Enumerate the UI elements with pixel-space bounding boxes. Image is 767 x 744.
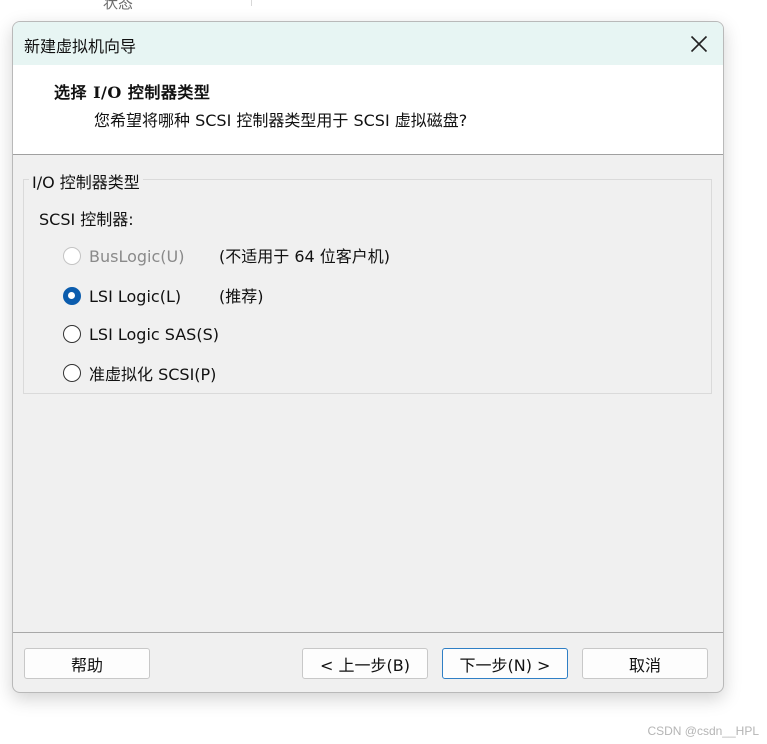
close-button[interactable] <box>681 26 717 62</box>
option-note: (不适用于 64 位客户机) <box>219 247 391 266</box>
radio-lsi-logic-sas[interactable]: LSI Logic SAS(S) <box>63 323 219 345</box>
cancel-button[interactable]: 取消 <box>582 648 708 679</box>
scsi-controller-label: SCSI 控制器: <box>39 210 134 229</box>
new-vm-wizard-dialog: 新建虚拟机向导 选择 I/O 控制器类型 您希望将哪种 SCSI 控制器类型用于… <box>12 21 724 693</box>
radio-label: LSI Logic SAS(S) <box>89 324 219 344</box>
radio-pvscsi[interactable]: 准虚拟化 SCSI(P) <box>63 362 216 384</box>
page-subtitle: 您希望将哪种 SCSI 控制器类型用于 SCSI 虚拟磁盘? <box>94 111 468 130</box>
option-note: (推荐) <box>219 287 264 306</box>
radio-button-unchecked[interactable] <box>63 247 81 265</box>
back-button[interactable]: < 上一步(B) <box>302 648 428 679</box>
close-icon <box>690 35 708 53</box>
window-title: 新建虚拟机向导 <box>24 37 137 56</box>
radio-button-unchecked[interactable] <box>63 364 81 382</box>
radio-buslogic[interactable]: BusLogic(U) <box>63 245 184 267</box>
radio-button-checked[interactable] <box>63 287 81 305</box>
group-legend: I/O 控制器类型 <box>29 169 143 193</box>
radio-label: LSI Logic(L) <box>89 286 182 306</box>
background-partial-text: 状态 <box>103 0 134 12</box>
wizard-header: 选择 I/O 控制器类型 您希望将哪种 SCSI 控制器类型用于 SCSI 虚拟… <box>13 65 723 155</box>
page-title: 选择 I/O 控制器类型 <box>54 83 211 102</box>
radio-label: BusLogic(U) <box>89 246 185 266</box>
background-divider <box>251 0 252 6</box>
watermark: CSDN @csdn__HPL <box>647 724 759 738</box>
title-bar[interactable]: 新建虚拟机向导 <box>13 22 723 65</box>
footer-divider <box>13 632 723 633</box>
io-controller-group: I/O 控制器类型 SCSI 控制器: BusLogic(U) (不适用于 64… <box>23 169 712 394</box>
radio-button-unchecked[interactable] <box>63 325 81 343</box>
radio-lsi-logic[interactable]: LSI Logic(L) <box>63 285 181 307</box>
next-button[interactable]: 下一步(N) > <box>442 648 568 679</box>
radio-label: 准虚拟化 SCSI(P) <box>89 365 217 384</box>
help-button[interactable]: 帮助 <box>24 648 150 679</box>
